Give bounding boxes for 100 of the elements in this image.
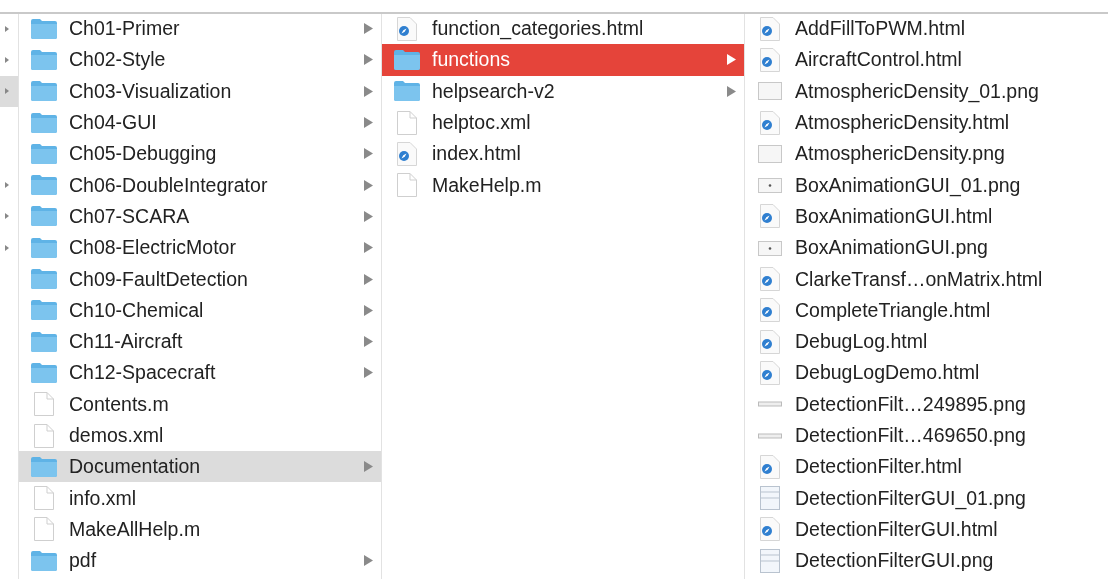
folder-icon <box>29 205 59 228</box>
image-icon <box>755 432 785 439</box>
file-name: Ch03-Visualization <box>69 79 233 103</box>
file-row[interactable]: Contents.m <box>19 388 381 420</box>
folder-icon <box>392 48 422 71</box>
file-row[interactable]: DetectionFilt…249895.png <box>745 388 1108 420</box>
file-row[interactable]: pdf <box>19 545 381 577</box>
file-row[interactable]: BoxAnimationGUI_01.png <box>745 169 1108 201</box>
folder-icon <box>29 361 59 384</box>
file-name: Ch05-Debugging <box>69 142 218 166</box>
file-name: Ch10-Chemical <box>69 298 205 322</box>
file-row[interactable]: Ch04-GUI <box>19 106 381 139</box>
file-row[interactable]: Ch06-DoubleIntegrator <box>19 169 381 201</box>
file-name: Contents.m <box>69 392 170 416</box>
file-name: AddFillToPWM.html <box>795 17 967 41</box>
file-row[interactable]: demos.xml <box>19 419 381 452</box>
image-icon <box>755 80 785 103</box>
file-name: Ch01-Primer <box>69 17 181 41</box>
file-row[interactable]: DetectionFilterGUI.png <box>745 545 1108 577</box>
file-row[interactable]: DetectionFilt…469650.png <box>745 419 1108 452</box>
file-name: helptoc.xml <box>432 111 532 135</box>
file-name: AtmosphericDensity.png <box>795 142 1006 166</box>
file-name: functions <box>432 48 512 72</box>
image-icon <box>755 401 785 408</box>
file-name: BoxAnimationGUI.png <box>795 236 989 260</box>
file-row[interactable]: CompleteTriangle.html <box>745 294 1108 326</box>
file-name: Ch12-Spacecraft <box>69 361 217 385</box>
file-name: MakeHelp.m <box>432 173 543 197</box>
file-name: DetectionFilterGUI_01.png <box>795 486 1027 510</box>
file-row[interactable]: helpsearch-v2 <box>382 75 744 107</box>
file-row[interactable]: AtmosphericDensity_01.png <box>745 75 1108 107</box>
file-name: function_categories.html <box>432 17 645 41</box>
folder-icon <box>29 174 59 197</box>
file-name: Ch06-DoubleIntegrator <box>69 173 269 197</box>
file-row[interactable]: Ch02-Style <box>19 44 381 76</box>
file-row[interactable]: BoxAnimationGUI.html <box>745 200 1108 233</box>
file-row[interactable]: AircraftControl.html <box>745 44 1108 76</box>
file-row[interactable]: Documentation <box>19 451 381 483</box>
file-name: Ch07-SCARA <box>69 204 191 228</box>
file-name: DetectionFilterGUI.png <box>795 549 995 573</box>
file-row[interactable]: DebugLog.html <box>745 325 1108 358</box>
file-row[interactable]: Ch08-ElectricMotor <box>19 232 381 264</box>
file-name: DetectionFilt…249895.png <box>795 392 1027 416</box>
folder-icon <box>29 80 59 103</box>
file-row[interactable]: Ch11-Aircraft <box>19 325 381 358</box>
file-row[interactable]: ClarkeTransf…onMatrix.html <box>745 263 1108 295</box>
file-name: BoxAnimationGUI_01.png <box>795 173 1022 197</box>
folder-icon <box>29 111 59 134</box>
file-name: DebugLogDemo.html <box>795 361 981 385</box>
file-name: MakeAllHelp.m <box>69 517 202 541</box>
folder-icon <box>29 549 59 572</box>
file-name: AircraftControl.html <box>795 48 963 72</box>
file-name: AtmosphericDensity_01.png <box>795 79 1040 103</box>
file-name: info.xml <box>69 486 138 510</box>
file-row[interactable]: Ch09-FaultDetection <box>19 263 381 295</box>
folder-icon <box>29 268 59 290</box>
file-name: index.html <box>432 142 522 166</box>
file-name: Documentation <box>69 455 202 479</box>
file-name: DetectionFilterGUI.html <box>795 517 999 541</box>
file-name: DebugLog.html <box>795 330 929 354</box>
file-row[interactable]: Ch05-Debugging <box>19 138 381 170</box>
file-name: Ch11-Aircraft <box>69 330 184 354</box>
file-row[interactable]: Ch01-Primer <box>19 13 381 45</box>
file-row[interactable]: Ch03-Visualization <box>19 75 381 107</box>
folder-icon <box>392 80 422 103</box>
file-name: DetectionFilt…469650.png <box>795 424 1027 447</box>
file-row[interactable]: index.html <box>382 138 744 170</box>
file-row[interactable]: MakeAllHelp.m <box>19 513 381 546</box>
folder-icon <box>29 236 59 259</box>
file-row[interactable]: DetectionFilterGUI_01.png <box>745 482 1108 514</box>
file-name: pdf <box>69 549 98 573</box>
file-name: Ch09-FaultDetection <box>69 267 249 291</box>
file-row[interactable]: helptoc.xml <box>382 106 744 139</box>
folder-icon <box>29 299 59 322</box>
file-row[interactable]: DebugLogDemo.html <box>745 357 1108 389</box>
file-row[interactable]: info.xml <box>19 482 381 514</box>
file-name: BoxAnimationGUI.html <box>795 204 994 228</box>
file-row[interactable]: AddFillToPWM.html <box>745 13 1108 45</box>
file-row[interactable]: DetectionFilter.html <box>745 451 1108 483</box>
file-name: CompleteTriangle.html <box>795 298 992 322</box>
image-icon <box>755 142 785 165</box>
file-row[interactable]: BoxAnimationGUI.png <box>745 232 1108 264</box>
file-row[interactable]: function_categories.html <box>382 13 744 45</box>
file-row[interactable]: AtmosphericDensity.png <box>745 138 1108 170</box>
file-name: ClarkeTransf…onMatrix.html <box>795 267 1044 291</box>
file-row[interactable]: Ch10-Chemical <box>19 294 381 326</box>
file-row[interactable]: AtmosphericDensity.html <box>745 106 1108 139</box>
file-name: DetectionFilter.html <box>795 455 963 479</box>
file-row[interactable]: functions <box>382 44 744 76</box>
file-row[interactable]: Ch12-Spacecraft <box>19 357 381 389</box>
file-name: Ch04-GUI <box>69 111 158 135</box>
folder-icon <box>29 48 59 71</box>
folder-icon <box>29 142 59 165</box>
file-name: demos.xml <box>69 424 165 447</box>
folder-icon <box>29 455 59 478</box>
file-name: Ch08-ElectricMotor <box>69 236 237 260</box>
file-row[interactable]: MakeHelp.m <box>382 169 744 201</box>
file-row[interactable]: Ch07-SCARA <box>19 200 381 233</box>
file-row[interactable]: DetectionFilterGUI.html <box>745 513 1108 546</box>
folder-icon <box>29 330 59 353</box>
